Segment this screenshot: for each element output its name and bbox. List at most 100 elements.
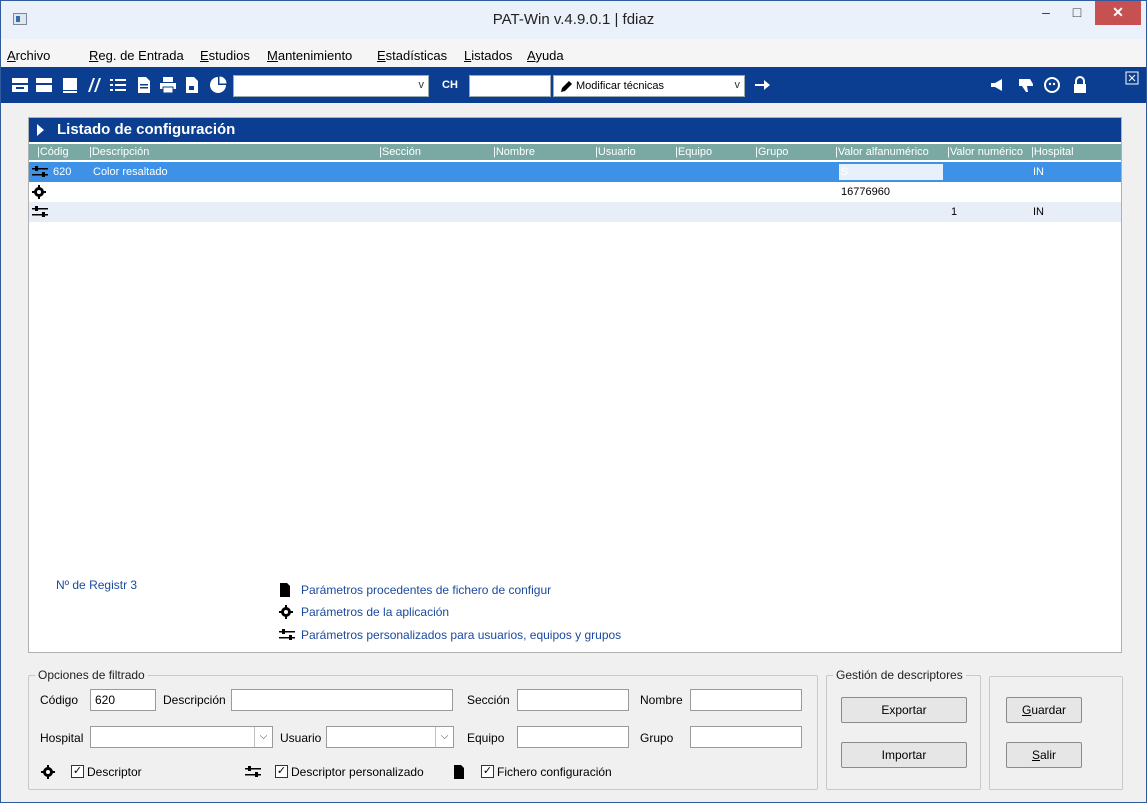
descriptor-personalizado-checkbox[interactable]: ✓ [275, 765, 288, 778]
menu-archivo[interactable]: Archivo [7, 48, 50, 63]
usuario-label: Usuario [280, 731, 322, 745]
close-toolbar-icon[interactable] [1125, 71, 1139, 85]
seccion-field[interactable] [517, 689, 629, 711]
tray-icon[interactable] [35, 76, 53, 94]
cell-valor-alfa: 16776960 [841, 186, 890, 198]
nombre-field[interactable] [690, 689, 802, 711]
file-icon [280, 583, 290, 597]
col-descripcion[interactable]: |Descripción [89, 146, 149, 158]
menu-mantenimiento[interactable]: Mantenimiento [267, 48, 352, 63]
ch-label: CH [442, 79, 458, 91]
col-codigo[interactable]: |Códig [37, 146, 69, 158]
cell-valor-num: 1 [951, 206, 958, 218]
descripcion-field[interactable] [231, 689, 453, 711]
print-icon[interactable] [159, 76, 177, 94]
main-toolbar: v CH Modificar técnicas v [1, 67, 1146, 103]
descriptor-checkbox[interactable]: ✓ [71, 765, 84, 778]
chevron-down-icon: ⌵ [435, 727, 453, 747]
nombre-label: Nombre [640, 693, 683, 707]
col-seccion[interactable]: |Sección [379, 146, 421, 158]
fichero-configuracion-label: Fichero configuración [497, 765, 612, 779]
window-title: PAT-Win v.4.9.0.1 | fdiaz [492, 11, 655, 28]
table-row[interactable]: 620 Color resaltado S IN [29, 162, 1121, 182]
document-icon[interactable] [135, 76, 153, 94]
cell-hospital: IN [1033, 166, 1044, 178]
app-window: PAT-Win v.4.9.0.1 | fdiaz – □ ✕ Archivo … [0, 0, 1147, 803]
close-button[interactable]: ✕ [1095, 1, 1141, 25]
hospital-label: Hospital [40, 731, 84, 745]
title-bar: PAT-Win v.4.9.0.1 | fdiaz – □ ✕ [1, 1, 1146, 39]
codigo-label: Código [40, 693, 79, 707]
table-row[interactable]: 16776960 [29, 182, 1121, 202]
chevron-down-icon: ⌵ [254, 727, 272, 747]
col-valor-num[interactable]: |Valor numérico [947, 146, 1023, 158]
cell-descripcion: Color resaltado [93, 166, 168, 178]
menu-listados[interactable]: Listados [464, 48, 512, 63]
menu-reg-entrada[interactable]: Reg. de Entrada [89, 48, 184, 63]
exportar-button[interactable]: Exportar [841, 697, 967, 723]
salir-button[interactable]: Salir [1006, 742, 1082, 768]
col-hospital[interactable]: |Hospital [1031, 146, 1074, 158]
equipo-label: Equipo [467, 731, 505, 745]
seccion-label: Sección [467, 693, 510, 707]
menu-ayuda[interactable]: Ayuda [527, 48, 564, 63]
minimize-button[interactable]: – [1031, 1, 1061, 25]
study-combo[interactable]: v [233, 75, 429, 97]
panel-header[interactable]: Listado de configuración [29, 118, 1121, 142]
valor-alfa-editor[interactable] [839, 164, 943, 180]
arrow-right-icon[interactable] [753, 76, 771, 94]
descriptor-label: Descriptor [87, 765, 142, 779]
usuario-select[interactable]: ⌵ [326, 726, 454, 748]
importar-button[interactable]: Importar [841, 742, 967, 768]
column-headers: |Códig |Descripción |Sección |Nombre |Us… [29, 144, 1121, 160]
gear-icon [41, 765, 55, 779]
sync-icon[interactable] [1043, 76, 1061, 94]
config-list-panel: Listado de configuración |Códig |Descrip… [28, 117, 1122, 653]
cell-hospital: IN [1033, 206, 1044, 218]
book-icon[interactable] [61, 76, 79, 94]
grupo-label: Grupo [640, 731, 674, 745]
gear-icon [32, 185, 46, 199]
col-valor-alfa[interactable]: |Valor alfanumérico [835, 146, 929, 158]
megaphone-icon[interactable] [989, 76, 1007, 94]
table-row[interactable]: 1 IN [29, 202, 1121, 222]
panel-title: Listado de configuración [57, 121, 236, 138]
cell-valor-alfa: S [841, 166, 849, 178]
col-equipo[interactable]: |Equipo [675, 146, 712, 158]
descriptor-personalizado-label: Descriptor personalizado [291, 765, 424, 779]
hospital-select[interactable]: ⌵ [90, 726, 273, 748]
tecnicas-value: Modificar técnicas [576, 80, 665, 92]
gear-icon [279, 605, 293, 619]
ch-input[interactable] [469, 75, 551, 97]
tecnicas-combo[interactable]: Modificar técnicas v [553, 75, 745, 97]
descriptores-legend: Gestión de descriptores [836, 668, 963, 682]
fichero-configuracion-checkbox[interactable]: ✓ [481, 765, 494, 778]
codigo-field[interactable]: 620 [90, 689, 156, 711]
guardar-button[interactable]: Guardar [1006, 697, 1082, 723]
grupo-field[interactable] [690, 726, 802, 748]
menu-estudios[interactable]: Estudios [200, 48, 250, 63]
filter-options-legend: Opciones de filtrado [38, 668, 145, 682]
col-grupo[interactable]: |Grupo [755, 146, 788, 158]
col-nombre[interactable]: |Nombre [493, 146, 535, 158]
slides-icon[interactable] [85, 76, 103, 94]
file-icon[interactable] [183, 76, 201, 94]
pie-chart-icon[interactable] [209, 76, 227, 94]
sliders-icon [32, 166, 48, 177]
thumbs-down-icon[interactable] [1017, 76, 1035, 94]
sliders-icon [245, 766, 261, 777]
pencil-icon [561, 81, 572, 92]
file-icon [454, 765, 464, 779]
descriptores-group: Gestión de descriptores [826, 668, 981, 790]
menu-bar: Archivo Reg. de Entrada Estudios Manteni… [1, 39, 1146, 67]
equipo-field[interactable] [517, 726, 629, 748]
list-icon[interactable] [109, 76, 127, 94]
cell-codigo: 620 [53, 166, 72, 178]
lock-icon[interactable] [1071, 76, 1089, 94]
record-count: Nº de Registr 3 [56, 578, 138, 592]
inbox-icon[interactable] [11, 76, 29, 94]
menu-estadisticas[interactable]: Estadísticas [377, 48, 447, 63]
maximize-button[interactable]: □ [1062, 1, 1092, 25]
sliders-icon [32, 206, 48, 217]
col-usuario[interactable]: |Usuario [595, 146, 636, 158]
